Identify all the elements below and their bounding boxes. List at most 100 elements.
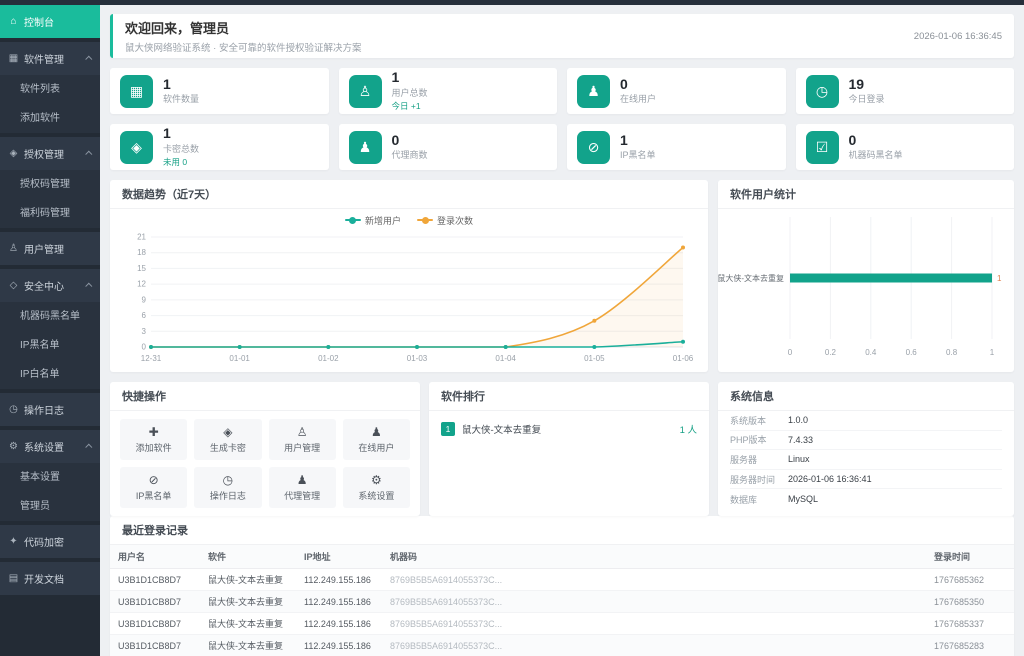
chevron-up-icon (85, 444, 92, 451)
sidebar-item-apps[interactable]: ▦软件管理 (0, 42, 100, 75)
quick-action-label: IP黑名单 (136, 489, 172, 502)
chevron-up-icon (85, 283, 92, 290)
table-row: U3B1D1CB8D7鼠大侠-文本去重复112.249.155.1868769B… (110, 569, 1014, 591)
recent-logins-card: 最近登录记录 用户名软件IP地址机器码登录时间 U3B1D1CB8D7鼠大侠-文… (110, 516, 1014, 656)
legend-item: 登录次数 (417, 214, 473, 227)
quick-action-ban[interactable]: ⊘IP黑名单 (120, 467, 187, 508)
table-cell: 8769B5B5A6914055373C... (382, 569, 926, 591)
sidebar-item-label: 开发文档 (24, 571, 92, 586)
table-row: U3B1D1CB8D7鼠大侠-文本去重复112.249.155.1868769B… (110, 591, 1014, 613)
sidebar-subitem[interactable]: 基本设置 (0, 463, 100, 492)
tag-icon: ◈ (120, 131, 153, 164)
sidebar-subitem[interactable]: 添加软件 (0, 104, 100, 133)
top-bar (0, 0, 1024, 5)
system-info-label: 服务器时间 (730, 473, 788, 486)
sidebar-subitem[interactable]: 软件列表 (0, 75, 100, 104)
clock-icon: ◷ (806, 75, 839, 108)
user-filled-icon: ♟ (577, 75, 610, 108)
table-cell: 8769B5B5A6914055373C... (382, 635, 926, 656)
table-cell: 8769B5B5A6914055373C... (382, 613, 926, 635)
people-icon: ♟ (349, 131, 382, 164)
software-user-chart-title: 软件用户统计 (718, 180, 1014, 209)
table-cell: 1767685350 (926, 591, 1014, 613)
sidebar-item-key[interactable]: ✦代码加密 (0, 525, 100, 558)
table-cell: 1767685362 (926, 569, 1014, 591)
sidebar-item-book[interactable]: ▤开发文档 (0, 562, 100, 595)
svg-text:01-03: 01-03 (407, 354, 428, 363)
sidebar-submenu: 机器码黑名单IP黑名单IP白名单 (0, 302, 100, 389)
sidebar-subitem[interactable]: 福利码管理 (0, 199, 100, 228)
quick-action-label: 添加软件 (136, 441, 172, 454)
stat-label: 用户总数 (392, 86, 428, 99)
chart-legend: 新增用户登录次数 (116, 211, 702, 229)
quick-action-plus[interactable]: ✚ 添加软件 (120, 419, 187, 460)
svg-text:18: 18 (137, 248, 146, 257)
page-subtitle: 鼠大侠网络验证系统 · 安全可靠的软件授权验证解决方案 (125, 40, 361, 54)
quick-actions-card: 快捷操作 ✚ 添加软件 ◈生成卡密♙用户管理 ♟ 在线用户 ⊘IP黑名单◷操作日志♟代理管… (110, 382, 420, 516)
table-cell: 8769B5B5A6914055373C... (382, 591, 926, 613)
table-cell: 鼠大侠-文本去重复 (200, 569, 296, 591)
stat-card: ▦1软件数量 (110, 68, 329, 114)
quick-actions-grid: ✚ 添加软件 ◈生成卡密♙用户管理 ♟ 在线用户 ⊘IP黑名单◷操作日志♟代理管理⚙系统设… (110, 411, 420, 516)
apps-icon: ▦ (8, 53, 19, 64)
table-cell: 1767685283 (926, 635, 1014, 656)
stat-label: 在线用户 (620, 92, 656, 105)
sidebar-subitem[interactable]: IP黑名单 (0, 331, 100, 360)
svg-text:1: 1 (997, 274, 1002, 283)
plus-icon: ✚ (149, 426, 159, 438)
legend-marker-icon (345, 219, 361, 221)
quick-actions-title: 快捷操作 (110, 382, 420, 411)
legend-marker-icon (417, 219, 433, 221)
quick-action-clock[interactable]: ◷操作日志 (194, 467, 261, 508)
ranking-item: 1鼠大侠-文本去重复1 人 (441, 417, 697, 441)
sidebar-item-label: 控制台 (24, 14, 92, 29)
table-cell: 112.249.155.186 (296, 635, 382, 656)
sidebar-item-tag[interactable]: ◈ 授权管理 (0, 137, 100, 170)
bottom-row: 快捷操作 ✚ 添加软件 ◈生成卡密♙用户管理 ♟ 在线用户 ⊘IP黑名单◷操作日志♟代理管… (110, 382, 1014, 506)
sidebar-submenu: 授权码管理福利码管理 (0, 170, 100, 228)
quick-action-tag[interactable]: ◈生成卡密 (194, 419, 261, 460)
stat-sub-label: 未用 0 (163, 156, 199, 168)
sidebar-item-shield[interactable]: ◇安全中心 (0, 269, 100, 302)
quick-action-label: 在线用户 (358, 441, 394, 454)
quick-action-user[interactable]: ♙用户管理 (269, 419, 336, 460)
system-info-row: 服务器时间2026-01-06 16:36:41 (730, 470, 1002, 490)
stat-card: ◷19今日登录 (796, 68, 1015, 114)
stat-label: IP黑名单 (620, 148, 656, 161)
ranking-list: 1鼠大侠-文本去重复1 人 (429, 411, 709, 447)
quick-action-label: 代理管理 (284, 489, 320, 502)
sidebar-group: ◇安全中心机器码黑名单IP黑名单IP白名单 (0, 269, 100, 389)
stat-value: 0 (392, 133, 428, 148)
svg-text:01-04: 01-04 (495, 354, 516, 363)
quick-action-people[interactable]: ♟代理管理 (269, 467, 336, 508)
sidebar-item-user[interactable]: ♙用户管理 (0, 232, 100, 265)
sidebar-subitem[interactable]: IP白名单 (0, 360, 100, 389)
sidebar-item-label: 授权管理 (24, 146, 82, 161)
sidebar-item-gear[interactable]: ⚙系统设置 (0, 430, 100, 463)
svg-text:0.6: 0.6 (906, 348, 918, 357)
shield-check-icon: ☑ (806, 131, 839, 164)
system-info-label: 系统版本 (730, 414, 788, 427)
system-info-row: 服务器Linux (730, 450, 1002, 470)
table-column-header: IP地址 (296, 545, 382, 569)
stat-card: ◈1卡密总数未用 0 (110, 124, 329, 170)
svg-text:1: 1 (990, 348, 995, 357)
sidebar-item-label: 代码加密 (24, 534, 92, 549)
sidebar-subitem[interactable]: 授权码管理 (0, 170, 100, 199)
sidebar-submenu: 基本设置管理员 (0, 463, 100, 521)
system-info-row: 数据库MySQL (730, 489, 1002, 509)
tag-icon: ◈ (8, 148, 19, 159)
table-cell: 112.249.155.186 (296, 591, 382, 613)
svg-text:01-06: 01-06 (673, 354, 694, 363)
sidebar-subitem[interactable]: 管理员 (0, 492, 100, 521)
sidebar-item-home[interactable]: ⌂控制台 (0, 5, 100, 38)
sidebar-item-clock[interactable]: ◷操作日志 (0, 393, 100, 426)
sidebar-submenu: 软件列表添加软件 (0, 75, 100, 133)
sidebar-subitem[interactable]: 机器码黑名单 (0, 302, 100, 331)
user-filled-icon: ♟ (371, 426, 382, 438)
svg-text:0: 0 (142, 343, 147, 352)
quick-action-label: 系统设置 (358, 489, 394, 502)
quick-action-gear[interactable]: ⚙系统设置 (343, 467, 410, 508)
quick-action-user-filled[interactable]: ♟ 在线用户 (343, 419, 410, 460)
stat-label: 机器码黑名单 (849, 148, 903, 161)
